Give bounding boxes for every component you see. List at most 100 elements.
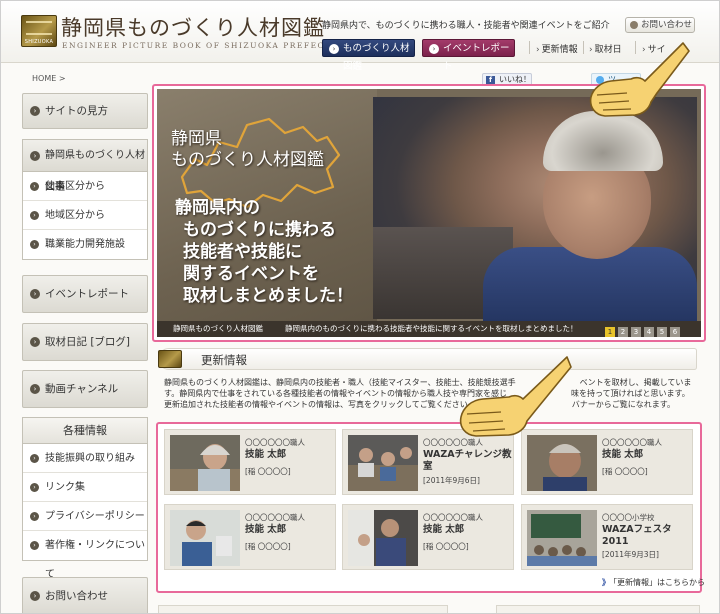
- mail-icon: [630, 21, 638, 29]
- chevron-right-icon: ›: [429, 44, 439, 54]
- nav-monozukuri-label: ものづくり人材図鑑: [343, 43, 410, 72]
- sidebar-contact[interactable]: › お問い合わせ: [22, 577, 148, 613]
- hero-title-line: 静岡県: [171, 129, 222, 149]
- contact-button-label: お問い合わせ: [641, 20, 693, 30]
- card-photo: [527, 510, 597, 566]
- update-card[interactable]: 〇〇〇〇〇〇職人 技能 太郎 [稲 〇〇〇〇]: [164, 429, 336, 495]
- chevron-right-icon: ›: [30, 211, 39, 220]
- update-card[interactable]: 〇〇〇〇〇〇職人 技能 太郎 [稲 〇〇〇〇]: [342, 504, 514, 570]
- sidebar-item-facility[interactable]: › 職業能力開発施設: [23, 230, 147, 259]
- chevron-right-icon: ›: [30, 591, 40, 601]
- nav-event-button[interactable]: › イベントレポート: [422, 39, 515, 72]
- card-name: 技能 太郎: [245, 524, 287, 535]
- chevron-right-icon: ›: [30, 541, 39, 550]
- pointing-hand-icon: [589, 42, 690, 117]
- sidebar-item-copyright[interactable]: › 著作権・リンクについて: [23, 531, 147, 580]
- nav-link-updates[interactable]: 更新情報: [536, 42, 578, 55]
- pager-page-2[interactable]: 2: [618, 327, 628, 337]
- update-card[interactable]: 〇〇〇〇〇〇職人 技能 太郎 [稲 〇〇〇〇]: [164, 504, 336, 570]
- section-logo-icon: [158, 350, 182, 368]
- next-section-heading: [158, 605, 448, 613]
- sidebar-item-label: 技能振興の取り組み: [45, 453, 135, 464]
- card-name: WAZAチャレンジ教室: [423, 449, 512, 472]
- updates-grid-highlight-frame: 〇〇〇〇〇〇職人 技能 太郎 [稲 〇〇〇〇] 〇〇〇〇〇〇職人 WAZAチャレ…: [156, 422, 702, 593]
- sidebar-video[interactable]: › 動画チャンネル: [22, 370, 148, 408]
- like-label: いいね！: [499, 75, 531, 84]
- breadcrumb[interactable]: HOME >: [32, 74, 66, 83]
- site-title[interactable]: 静岡県ものづくり人材図鑑: [61, 12, 325, 42]
- sidebar-zukan-head[interactable]: › 静岡県ものづくり人材図鑑: [23, 140, 147, 193]
- chevron-right-icon: ›: [30, 106, 40, 116]
- nav-event-label: イベントレポート: [443, 43, 510, 72]
- hero-slideshow[interactable]: 静岡県 ものづくり人材図鑑 静岡県内の ものづくりに携わる 技能者や技能に 関す…: [157, 89, 701, 337]
- card-name: 技能 太郎: [245, 449, 287, 460]
- chevron-right-icon: ›: [30, 454, 39, 463]
- card-photo: [170, 510, 240, 566]
- card-meta: [2011年9月6日]: [423, 476, 480, 485]
- card-name: WAZAフェスタ2011: [602, 524, 672, 547]
- logo-mark-text: SHIZUOKA: [24, 39, 54, 45]
- sidebar-item-privacy[interactable]: › プライバシーポリシー: [23, 502, 147, 531]
- hero-caption-title: 静岡県ものづくり人材図鑑: [173, 324, 263, 333]
- card-name: 技能 太郎: [423, 524, 465, 535]
- pager-page-5[interactable]: 5: [657, 327, 667, 337]
- card-meta: [稲 〇〇〇〇]: [245, 467, 291, 476]
- card-meta: [2011年9月3日]: [602, 550, 659, 559]
- updates-description: 静岡県ものづくり人材図鑑は、静岡県内の技能者・職人（技能マイスター、技能士、技能…: [164, 377, 694, 410]
- sidebar-contact-label: お問い合わせ: [45, 590, 108, 602]
- updates-text-line: 更新追加された技能者の情報やイベントの情報は、写真をクリックしてご覧ください。先…: [164, 400, 675, 409]
- hero-catch-line: 静岡県内の: [175, 198, 260, 218]
- sidebar-item-label: 地域区分から: [45, 210, 105, 221]
- sidebar-how-to[interactable]: › サイトの見方: [22, 93, 148, 129]
- sidebar-item-job[interactable]: › 仕事区分から: [23, 172, 147, 201]
- chevron-right-icon: ›: [30, 151, 40, 161]
- sidebar-item-label: リンク集: [45, 482, 85, 493]
- card-category: 〇〇〇〇〇〇職人: [423, 513, 483, 522]
- card-category: 〇〇〇〇〇〇職人: [245, 513, 305, 522]
- updates-text-line: 静岡県ものづくり人材図鑑は、静岡県内の技能者・職人（技能マイスター、技能士、技能…: [164, 378, 692, 387]
- chevron-right-icon: ›: [30, 483, 39, 492]
- sidebar-event-report[interactable]: › イベントレポート: [22, 275, 148, 313]
- sidebar-event-label: イベントレポート: [45, 288, 129, 300]
- next-section-heading: [496, 605, 700, 613]
- nav-monozukuri-button[interactable]: › ものづくり人材図鑑: [322, 39, 415, 72]
- sidebar-blog-label: 取材日記 [ブログ]: [45, 336, 131, 348]
- pager-page-1[interactable]: 1: [605, 327, 615, 337]
- card-category: 〇〇〇〇〇〇職人: [245, 438, 305, 447]
- updates-text-line: す。静岡県内で仕事をされている各種技能者の情報やイベントの情報から職人技や専門家…: [164, 389, 690, 398]
- sidebar-item-region[interactable]: › 地域区分から: [23, 201, 147, 230]
- updates-more-label: 「更新情報」はこちらから: [613, 578, 705, 587]
- sidebar-blog[interactable]: › 取材日記 [ブログ]: [22, 323, 148, 361]
- contact-button[interactable]: お問い合わせ: [625, 17, 695, 33]
- pager-page-3[interactable]: 3: [631, 327, 641, 337]
- card-photo: [170, 435, 240, 491]
- sidebar-item-label: 仕事区分から: [45, 181, 105, 192]
- sidebar-item-label: プライバシーポリシー: [45, 511, 145, 522]
- pager-page-6[interactable]: 6: [670, 327, 680, 337]
- site-logo-icon[interactable]: SHIZUOKA: [21, 15, 57, 47]
- pointing-hand-icon: [459, 356, 572, 437]
- card-category: 〇〇〇〇〇〇職人: [602, 438, 662, 447]
- hero-catch-line: ものづくりに携わる: [183, 220, 336, 240]
- sidebar-item-links[interactable]: › リンク集: [23, 473, 147, 502]
- chevron-right-icon: ›: [30, 182, 39, 191]
- updates-heading: 更新情報: [158, 348, 697, 370]
- pager-page-4[interactable]: 4: [644, 327, 654, 337]
- hero-caption-bar: 静岡県ものづくり人材図鑑 静岡県内のものづくりに携わる技能者や技能に関するイベン…: [157, 321, 701, 337]
- hero-caption-desc: 静岡県内のものづくりに携わる技能者や技能に関するイベントを取材しまとめました！: [285, 324, 578, 333]
- sidebar-item-promotion[interactable]: › 技能振興の取り組み: [23, 444, 147, 473]
- hero-title-line: ものづくり人材図鑑: [171, 150, 324, 170]
- update-card[interactable]: 〇〇〇〇小学校 WAZAフェスタ2011 [2011年9月3日]: [521, 504, 693, 570]
- chevron-right-icon: ›: [30, 337, 40, 347]
- card-photo: [348, 435, 418, 491]
- card-category: 〇〇〇〇小学校: [602, 513, 655, 522]
- sidebar-info-group: 各種情報 › 技能振興の取り組み › リンク集 › プライバシーポリシー › 著…: [22, 417, 148, 580]
- chevron-right-icon: ›: [30, 289, 40, 299]
- updates-more-link[interactable]: 》「更新情報」はこちらから: [602, 577, 705, 588]
- header-tagline: 静岡県内で、ものづくりに携わる職人・技能者や関連イベントをご紹介: [322, 21, 610, 31]
- hero-catch-line: 関するイベントを: [183, 264, 319, 284]
- sidebar-zukan-group: › 静岡県ものづくり人材図鑑 › 仕事区分から › 地域区分から › 職業能力開…: [22, 139, 148, 260]
- nav-divider: [529, 41, 530, 54]
- chevron-right-icon: ›: [30, 384, 40, 394]
- card-photo: [348, 510, 418, 566]
